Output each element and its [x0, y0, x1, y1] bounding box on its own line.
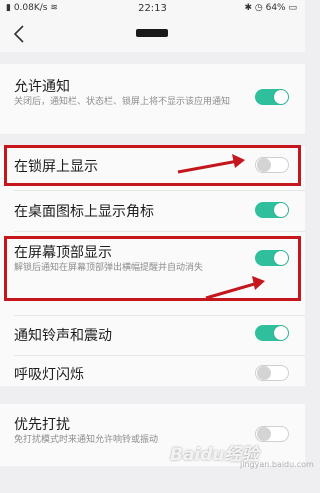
- arrow-icon-lock-screen: [177, 154, 245, 174]
- annotation-arrows: [177, 154, 265, 300]
- arrow-icon-top-display: [205, 276, 265, 300]
- watermark-logo: Baidu经验 jingyan.baidu.com: [170, 440, 314, 469]
- watermark-sub: jingyan.baidu.com: [240, 460, 314, 469]
